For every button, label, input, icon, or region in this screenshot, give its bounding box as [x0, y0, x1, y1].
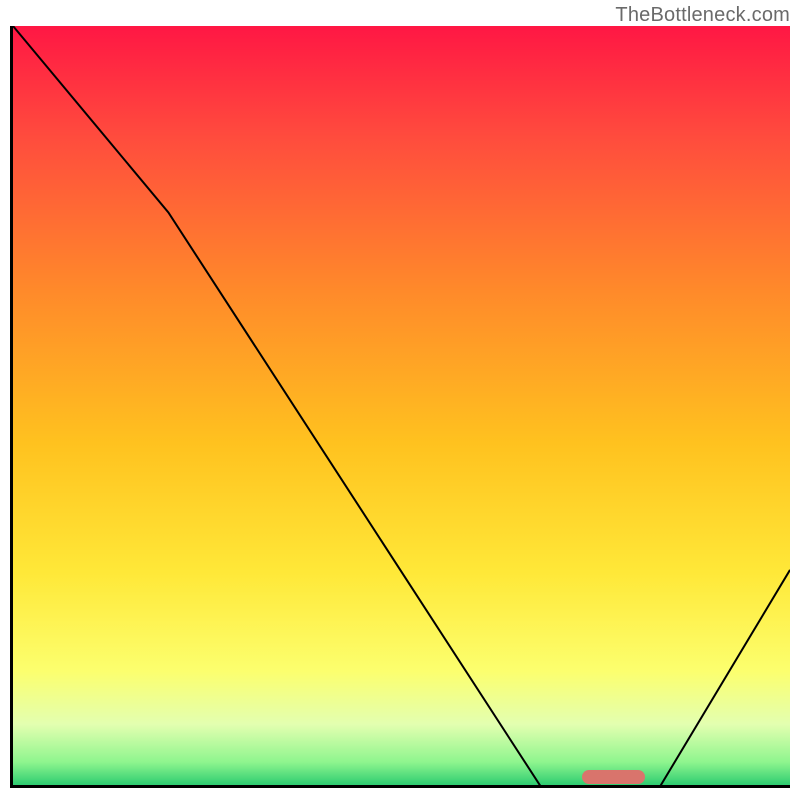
plot-area	[10, 26, 790, 788]
bottleneck-curve	[13, 26, 790, 788]
curve-path	[13, 26, 790, 788]
optimal-marker	[582, 770, 644, 784]
watermark-label: TheBottleneck.com	[615, 4, 790, 27]
